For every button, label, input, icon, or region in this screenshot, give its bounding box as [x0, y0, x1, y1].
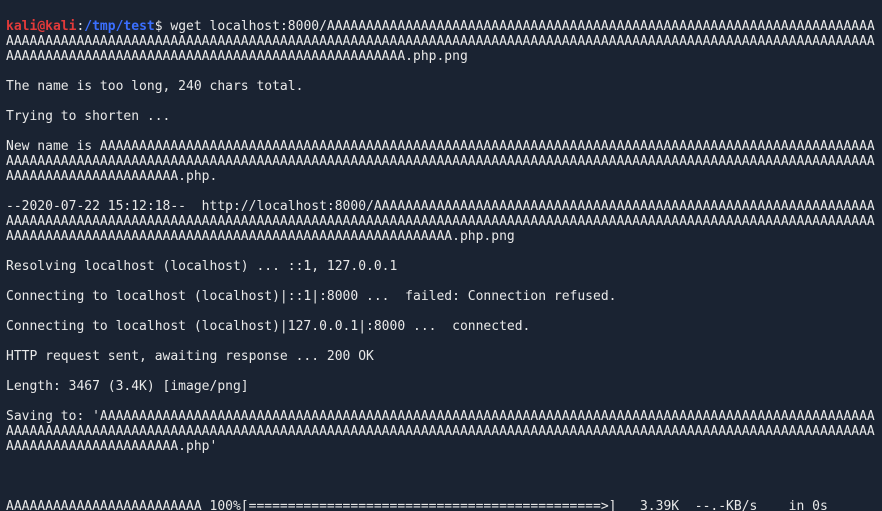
output-new-name: New name is AAAAAAAAAAAAAAAAAAAAAAAAAAAA… — [6, 139, 876, 184]
prompt-line-1: kali@kali:/tmp/test$ wget localhost:8000… — [6, 19, 876, 64]
output-trying-shorten: Trying to shorten ... — [6, 109, 876, 124]
output-http-200: HTTP request sent, awaiting response ...… — [6, 349, 876, 364]
prompt-host: kali — [45, 19, 76, 34]
output-connect-fail: Connecting to localhost (localhost)|::1|… — [6, 289, 876, 304]
output-progress-bar: AAAAAAAAAAAAAAAAAAAAAAAAA 100%[=========… — [6, 499, 876, 511]
output-length: Length: 3467 (3.4K) [image/png] — [6, 379, 876, 394]
output-connect-ok: Connecting to localhost (localhost)|127.… — [6, 319, 876, 334]
output-resolving: Resolving localhost (localhost) ... ::1,… — [6, 259, 876, 274]
blank-line — [6, 469, 876, 484]
prompt-sym: $ — [155, 19, 163, 34]
prompt-user: kali — [6, 19, 37, 34]
output-request-ts: --2020-07-22 15:12:18-- http://localhost… — [6, 199, 876, 244]
output-saving-to: Saving to: 'AAAAAAAAAAAAAAAAAAAAAAAAAAAA… — [6, 409, 876, 454]
prompt-at: @ — [37, 19, 45, 34]
prompt-cwd: /tmp/test — [84, 19, 154, 34]
output-name-too-long: The name is too long, 240 chars total. — [6, 79, 876, 94]
terminal-window[interactable]: kali@kali:/tmp/test$ wget localhost:8000… — [0, 0, 882, 511]
